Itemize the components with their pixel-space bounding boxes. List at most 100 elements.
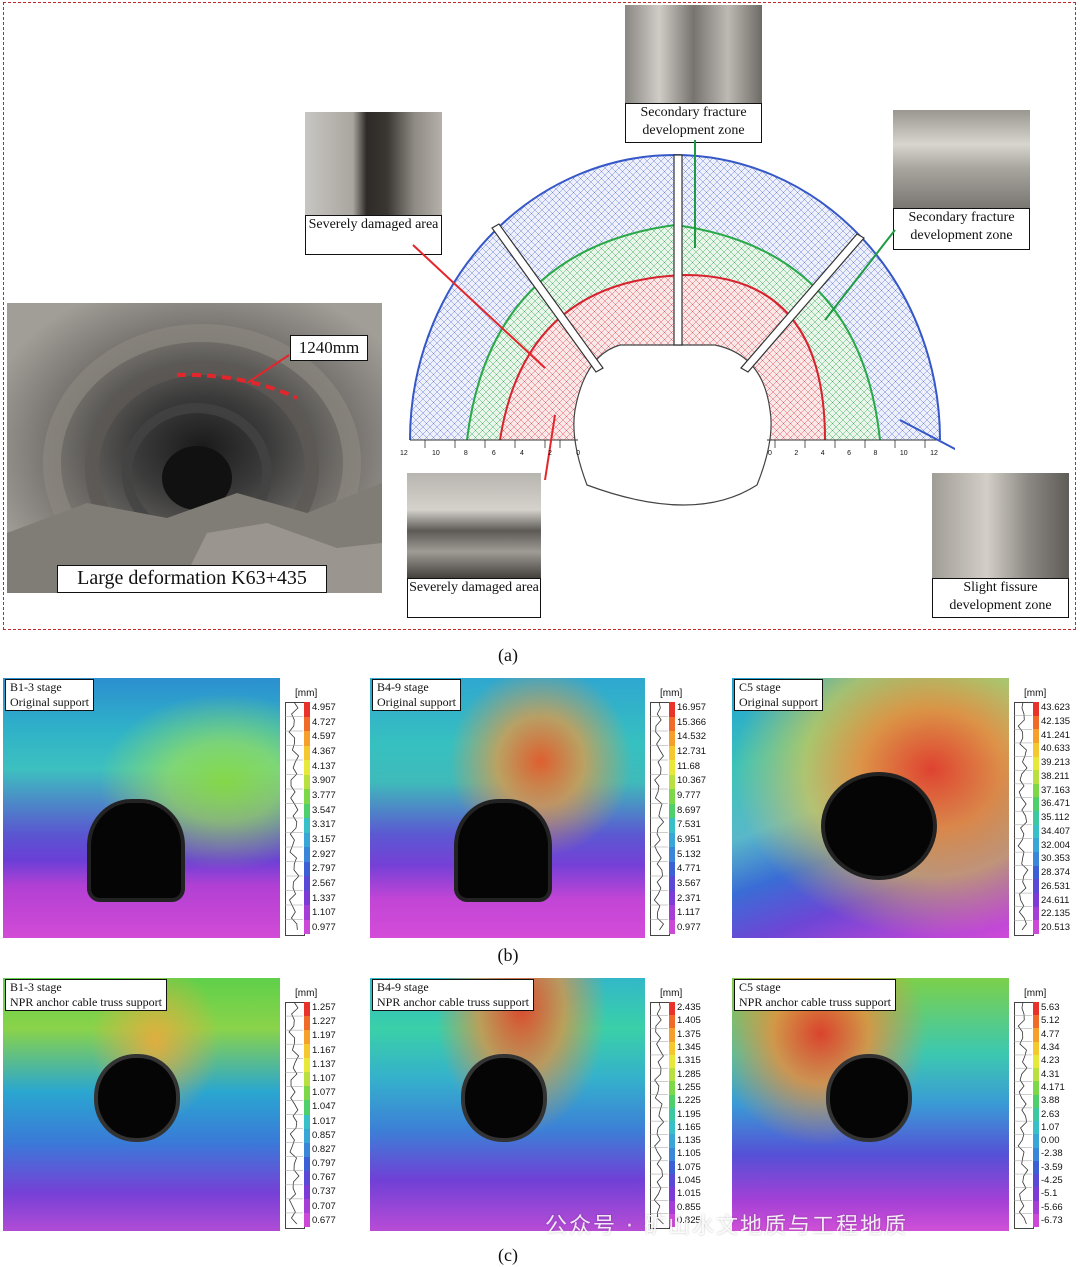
tunnel-opening xyxy=(98,1058,176,1138)
colorbar-tick: 40.633 xyxy=(1041,743,1071,755)
colorbar-tick: 32.004 xyxy=(1041,839,1071,851)
label-a: (a) xyxy=(498,645,518,665)
colorbar-swatch xyxy=(304,1100,310,1115)
contour-map-panel_b-2 xyxy=(732,678,1009,938)
colorbar-ticks: 1.257 1.227 1.197 1.167 1.137 1.107 1.077 1.047… xyxy=(312,1002,336,1227)
colorbar-swatch xyxy=(669,818,675,833)
colorbar-swatch xyxy=(304,847,310,862)
contour-map-panel_c-2 xyxy=(732,978,1009,1231)
colorbar-tick: 5.63 xyxy=(1041,1002,1060,1013)
colorbar-tick: 1.075 xyxy=(677,1161,701,1173)
colorbar-swatch xyxy=(1033,756,1039,771)
colorbar-swatch xyxy=(669,1174,675,1188)
zone-diagram xyxy=(409,140,955,506)
colorbar-tick: 5.12 xyxy=(1041,1015,1060,1027)
colorbar-swatch xyxy=(669,1134,675,1148)
colorbar-unit: [mm] xyxy=(660,688,683,699)
colorbar-tick: 2.435 xyxy=(677,1002,701,1013)
stage-name: B4-9 stage xyxy=(377,680,429,694)
colorbar-tick: 4.597 xyxy=(312,731,336,743)
colorbar-swatch xyxy=(1033,1174,1039,1188)
colorbar-tick: 5.132 xyxy=(677,848,701,860)
colorbar-swatch xyxy=(1033,1187,1039,1201)
colorbar-swatch xyxy=(304,1142,310,1157)
colorbar-tick: 1.137 xyxy=(312,1058,336,1070)
colorbar-tick: 0.977 xyxy=(312,921,336,933)
colorbar-tick: -5.66 xyxy=(1041,1201,1063,1213)
colorbar-tick: 6.951 xyxy=(677,833,701,845)
tunnel-opening xyxy=(91,803,181,898)
colorbar-tick: 1.107 xyxy=(312,907,336,919)
tunnel-section xyxy=(573,344,772,506)
colorbar-swatch xyxy=(1033,1054,1039,1069)
label-b: (b) xyxy=(497,945,519,965)
colorbar-swatch xyxy=(1033,1068,1039,1082)
colorbar-swatch xyxy=(304,876,310,891)
colorbar-tick: 1.257 xyxy=(312,1002,336,1013)
colorbar-swatch xyxy=(304,1086,310,1101)
colorbar-tick: 20.513 xyxy=(1041,922,1071,933)
colorbar-swatch xyxy=(304,1212,310,1227)
colorbar-tick: 1.077 xyxy=(312,1087,336,1099)
colorbar-tick: 1.197 xyxy=(312,1030,336,1042)
colorbar-ticks: 16.957 15.366 14.532 12.731 11.68 10.367 9.777… xyxy=(677,702,706,934)
colorbar-tick: 10.367 xyxy=(677,775,707,787)
colorbar-tick: 1.07 xyxy=(1041,1121,1060,1133)
colorbar-swatch xyxy=(304,760,310,775)
colorbar-histogram xyxy=(650,702,668,931)
colorbar-swatch xyxy=(669,1121,675,1135)
colorbar-swatch xyxy=(1033,1081,1039,1095)
stage-label: B1-3 stage NPR anchor cable truss support xyxy=(5,979,167,1011)
colorbar-tick: 1.017 xyxy=(312,1115,336,1127)
colorbar-tick: 4.23 xyxy=(1041,1055,1060,1067)
colorbar-swatch xyxy=(1033,1094,1039,1108)
colorbar-tick: 1.165 xyxy=(677,1121,701,1133)
colorbar-tick: 1.405 xyxy=(677,1015,701,1027)
colorbar-swatch xyxy=(304,1072,310,1087)
colorbar-swatch xyxy=(669,1187,675,1201)
colorbar-swatch xyxy=(669,890,675,905)
colorbar-tick: 0.857 xyxy=(312,1129,336,1141)
colorbar-swatch xyxy=(669,1054,675,1069)
colorbar-swatches xyxy=(1033,702,1039,934)
stage-label: C5 stage NPR anchor cable truss support xyxy=(734,979,896,1011)
colorbar-swatch xyxy=(1033,1002,1039,1016)
stage-label: C5 stage Original support xyxy=(734,679,823,711)
support-type: Original support xyxy=(739,695,818,709)
tunnel-opening xyxy=(465,1058,543,1138)
support-type: NPR anchor cable truss support xyxy=(739,995,891,1009)
colorbar-swatch xyxy=(304,1044,310,1059)
colorbar-tick: 3.777 xyxy=(312,789,336,801)
colorbar-swatch xyxy=(669,1160,675,1175)
colorbar-tick: 24.611 xyxy=(1041,894,1070,906)
support-type: NPR anchor cable truss support xyxy=(377,995,529,1009)
colorbar-tick: 1.315 xyxy=(677,1055,701,1067)
colorbar-tick: 1.345 xyxy=(677,1041,701,1053)
colorbar-swatch xyxy=(1033,1134,1039,1148)
colorbar-swatch xyxy=(669,861,675,876)
zone-label-secondary-top: Secondary fracture development zone xyxy=(625,103,762,143)
colorbar-histogram xyxy=(285,702,303,931)
colorbar-tick: -6.73 xyxy=(1041,1215,1063,1226)
colorbar-swatch xyxy=(669,702,675,717)
support-type: Original support xyxy=(377,695,456,709)
colorbar-tick: 1.227 xyxy=(312,1016,336,1028)
colorbar-swatch xyxy=(669,832,675,847)
stage-name: B4-9 stage xyxy=(377,980,429,994)
colorbar-tick: 2.927 xyxy=(312,848,336,860)
colorbar-tick: 28.374 xyxy=(1041,867,1071,878)
colorbar-ticks: 43.623 42.135 41.241 40.633 39.213 38.211 37.1… xyxy=(1041,702,1070,934)
colorbar-unit: [mm] xyxy=(295,688,318,699)
colorbar-tick: 15.366 xyxy=(677,716,707,728)
colorbar-tick: 1.225 xyxy=(677,1095,701,1107)
colorbar-swatch xyxy=(669,905,675,920)
contour-map-panel_b-0 xyxy=(3,678,280,938)
colorbar-tick: 0.827 xyxy=(312,1143,336,1155)
stage-label: B4-9 stage Original support xyxy=(372,679,461,711)
colorbar-swatch xyxy=(1033,1147,1039,1161)
colorbar-tick: 4.957 xyxy=(312,702,336,713)
colorbar-tick: 9.777 xyxy=(677,789,701,801)
colorbar-tick: 1.105 xyxy=(677,1148,701,1160)
colorbar-swatch xyxy=(669,789,675,804)
colorbar-swatch xyxy=(1033,742,1039,757)
